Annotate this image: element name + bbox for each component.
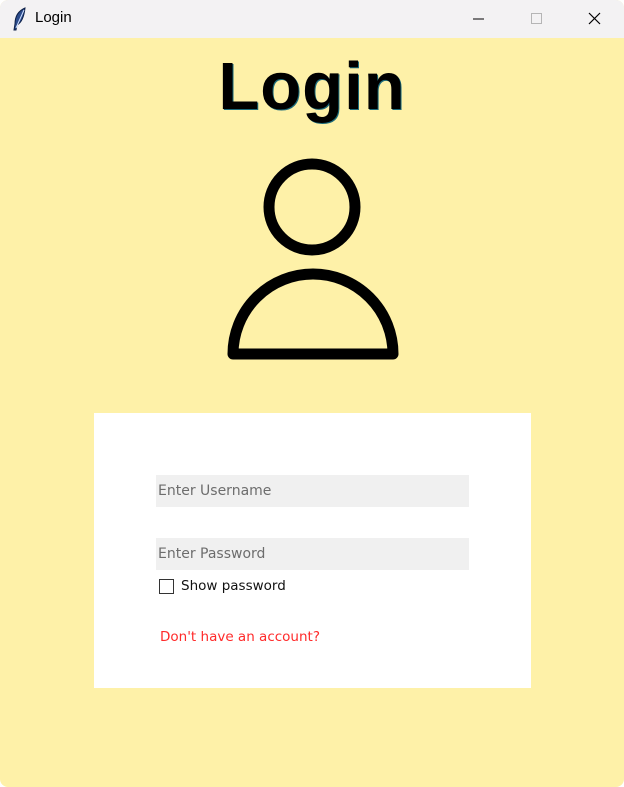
login-form-card: Show password Don't have an account? [94, 413, 531, 688]
show-password-checkbox[interactable] [159, 578, 174, 594]
window-title: Login [35, 9, 72, 26]
username-input[interactable] [156, 475, 469, 507]
maximize-icon[interactable] [513, 0, 559, 38]
close-icon[interactable] [571, 0, 617, 38]
show-password-toggle[interactable]: Show password [159, 576, 286, 596]
signup-link[interactable]: Don't have an account? [160, 629, 320, 645]
user-icon [222, 152, 404, 367]
minimize-icon[interactable] [455, 0, 501, 38]
show-password-label: Show password [181, 578, 286, 594]
page-title: Login [218, 49, 406, 124]
title-bar[interactable]: Login [0, 0, 624, 38]
login-window: Login Login Show password Don't have an … [0, 0, 624, 787]
password-input[interactable] [156, 538, 469, 570]
feather-icon [10, 6, 30, 32]
